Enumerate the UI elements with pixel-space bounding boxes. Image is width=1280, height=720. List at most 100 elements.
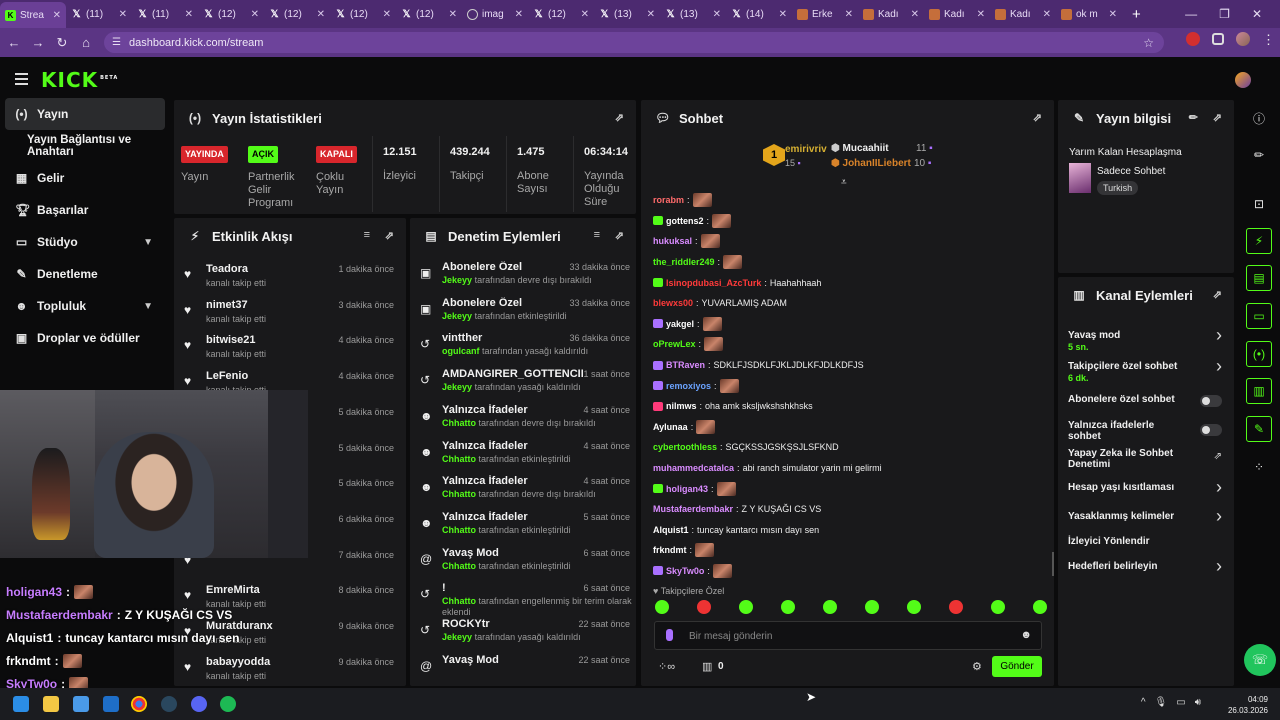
chat-username[interactable]: frkndmt <box>653 545 687 555</box>
browser-tab[interactable]: 𝕏 (12) ✕ <box>264 2 330 26</box>
document-icon[interactable]: ▤ <box>1246 265 1272 291</box>
tab-close-icon[interactable]: ✕ <box>1109 9 1117 20</box>
chat-scrollbar[interactable] <box>1052 552 1054 576</box>
tab-close-icon[interactable]: ✕ <box>581 9 589 20</box>
lightning-icon[interactable]: ⚡︎ <box>1246 228 1272 254</box>
sidebar-item-droplar[interactable]: ▣ Droplar ve ödüller <box>5 322 165 354</box>
channel-action-item[interactable]: Takipçilere özel sohbet 6 dk. › <box>1058 355 1234 384</box>
tab-close-icon[interactable]: ✕ <box>383 9 391 20</box>
file-explorer-icon[interactable] <box>43 696 59 712</box>
moderator-name[interactable]: Jekeyy <box>442 382 472 392</box>
community-points-icon[interactable]: ⁘∞ <box>658 660 675 673</box>
broadcast-icon[interactable]: (•) <box>1246 341 1272 367</box>
emote-icon[interactable] <box>697 600 711 614</box>
channel-action-item[interactable]: Yavaş mod 5 sn. › <box>1058 324 1234 353</box>
chat-icon[interactable]: ▭ <box>1246 303 1272 329</box>
maximize-icon[interactable]: ❐ <box>1219 7 1230 21</box>
chat-input[interactable]: Bir mesaj gönderin ☻ <box>654 621 1042 650</box>
filter-icon[interactable]: ≡ <box>594 229 600 241</box>
sidebar-item-topluluk[interactable]: ☻ Topluluk ▼ <box>5 290 165 322</box>
moderator-name[interactable]: Chhatto <box>442 525 476 535</box>
emote-icon[interactable] <box>655 600 669 614</box>
emote-icon[interactable] <box>949 600 963 614</box>
browser-tab[interactable]: 𝕏 (13) ✕ <box>594 2 660 26</box>
new-tab-icon[interactable]: + <box>1122 6 1151 23</box>
url-field[interactable]: ☰ dashboard.kick.com/stream ☆ <box>104 32 1164 53</box>
moderator-name[interactable]: Jekeyy <box>442 632 472 642</box>
pencil-icon[interactable]: ✏ <box>1246 142 1272 168</box>
sidebar-item-basarilar[interactable]: 🏆︎ Başarılar <box>5 194 165 226</box>
spotify-icon[interactable] <box>220 696 236 712</box>
chat-username[interactable]: Mustafaerdembakr <box>653 504 733 514</box>
browser-tab[interactable]: 𝕏 (11) ✕ <box>66 2 132 26</box>
browser-tab[interactable]: imag ✕ <box>462 2 528 26</box>
toggle-switch[interactable] <box>1200 395 1222 407</box>
info-icon[interactable]: ⓘ <box>1246 105 1272 131</box>
browser-tab[interactable]: 𝕏 (12) ✕ <box>198 2 264 26</box>
chat-username[interactable]: oPrewLex <box>653 339 696 349</box>
chat-username[interactable]: hukuksal <box>653 236 692 246</box>
tab-close-icon[interactable]: ✕ <box>317 9 325 20</box>
chat-username[interactable]: remoxiyos <box>666 381 711 391</box>
chat-username[interactable]: holigan43 <box>666 484 708 494</box>
store-icon[interactable]: ▥ <box>702 660 712 673</box>
moderator-name[interactable]: Chhatto <box>442 489 476 499</box>
tab-close-icon[interactable]: ✕ <box>515 9 523 20</box>
menu-icon[interactable] <box>15 73 28 88</box>
tab-close-icon[interactable]: ✕ <box>53 10 61 21</box>
moderator-name[interactable]: Jekeyy <box>442 275 472 285</box>
close-icon[interactable]: ✕ <box>1252 7 1262 21</box>
outlook-icon[interactable] <box>103 696 119 712</box>
popout-icon[interactable]: ⇗ <box>615 229 624 242</box>
emote-icon[interactable] <box>865 600 879 614</box>
chat-username[interactable]: rorabm <box>653 195 684 205</box>
moderator-name[interactable]: Chhatto <box>442 418 476 428</box>
reload-icon[interactable]: ↻ <box>50 35 74 51</box>
moderator-name[interactable]: Chhatto <box>442 596 476 606</box>
popout-icon[interactable]: ⇗ <box>385 229 394 242</box>
browser-tab[interactable]: ok m ✕ <box>1056 2 1122 26</box>
system-tray[interactable]: ^🎙︎▭🔊︎ <box>1141 697 1210 708</box>
emote-icon[interactable] <box>1033 600 1047 614</box>
browser-tab[interactable]: Kadı ✕ <box>924 2 990 26</box>
camera-icon[interactable]: ⊡ <box>1246 191 1272 217</box>
more-icon[interactable]: ⁘ <box>1246 454 1272 480</box>
chat-username[interactable]: Isinopdubasi_AzcTurk <box>666 278 761 288</box>
help-button[interactable]: ☏ <box>1244 644 1276 676</box>
emote-icon[interactable] <box>781 600 795 614</box>
chat-username[interactable]: yakgel <box>666 319 694 329</box>
puzzle-icon[interactable] <box>1212 33 1224 45</box>
bookmark-star-icon[interactable]: ☆ <box>1143 36 1154 50</box>
popout-icon[interactable]: ⇗ <box>1213 288 1222 301</box>
chat-username[interactable]: SkyTw0o <box>666 566 704 576</box>
channel-action-item[interactable]: Hesap yaşı kısıtlaması › <box>1058 476 1234 505</box>
back-icon[interactable]: ← <box>2 35 26 50</box>
windows-start-icon[interactable] <box>13 696 29 712</box>
browser-tab[interactable]: 𝕏 (11) ✕ <box>132 2 198 26</box>
profile-avatar[interactable] <box>1236 32 1250 46</box>
store-icon[interactable] <box>73 696 89 712</box>
tab-close-icon[interactable]: ✕ <box>713 9 721 20</box>
browser-tab[interactable]: Kadı ✕ <box>990 2 1056 26</box>
user-avatar[interactable] <box>1235 72 1251 88</box>
site-info-icon[interactable]: ☰ <box>112 37 121 48</box>
tab-close-icon[interactable]: ✕ <box>647 9 655 20</box>
chrome-icon[interactable] <box>131 696 147 712</box>
moderator-name[interactable]: Chhatto <box>442 561 476 571</box>
tab-close-icon[interactable]: ✕ <box>449 9 457 20</box>
tab-close-icon[interactable]: ✕ <box>779 9 787 20</box>
expand-leaderboard-icon[interactable]: ⩡ <box>841 177 847 188</box>
emote-icon[interactable] <box>739 600 753 614</box>
chat-username[interactable]: Aylunaa <box>653 422 688 432</box>
emote-icon[interactable] <box>991 600 1005 614</box>
extension-icon[interactable] <box>1186 32 1200 46</box>
tab-close-icon[interactable]: ✕ <box>911 9 919 20</box>
home-icon[interactable]: ⌂ <box>74 35 98 50</box>
forward-icon[interactable]: → <box>26 35 50 50</box>
popout-icon[interactable]: ⇗ <box>1033 111 1042 124</box>
toggle-switch[interactable] <box>1200 424 1222 436</box>
discord-icon[interactable] <box>191 696 207 712</box>
browser-menu-icon[interactable]: ⋮ <box>1262 32 1275 47</box>
send-button[interactable]: Gönder <box>992 656 1042 677</box>
chat-username[interactable]: nilmws <box>666 401 697 411</box>
